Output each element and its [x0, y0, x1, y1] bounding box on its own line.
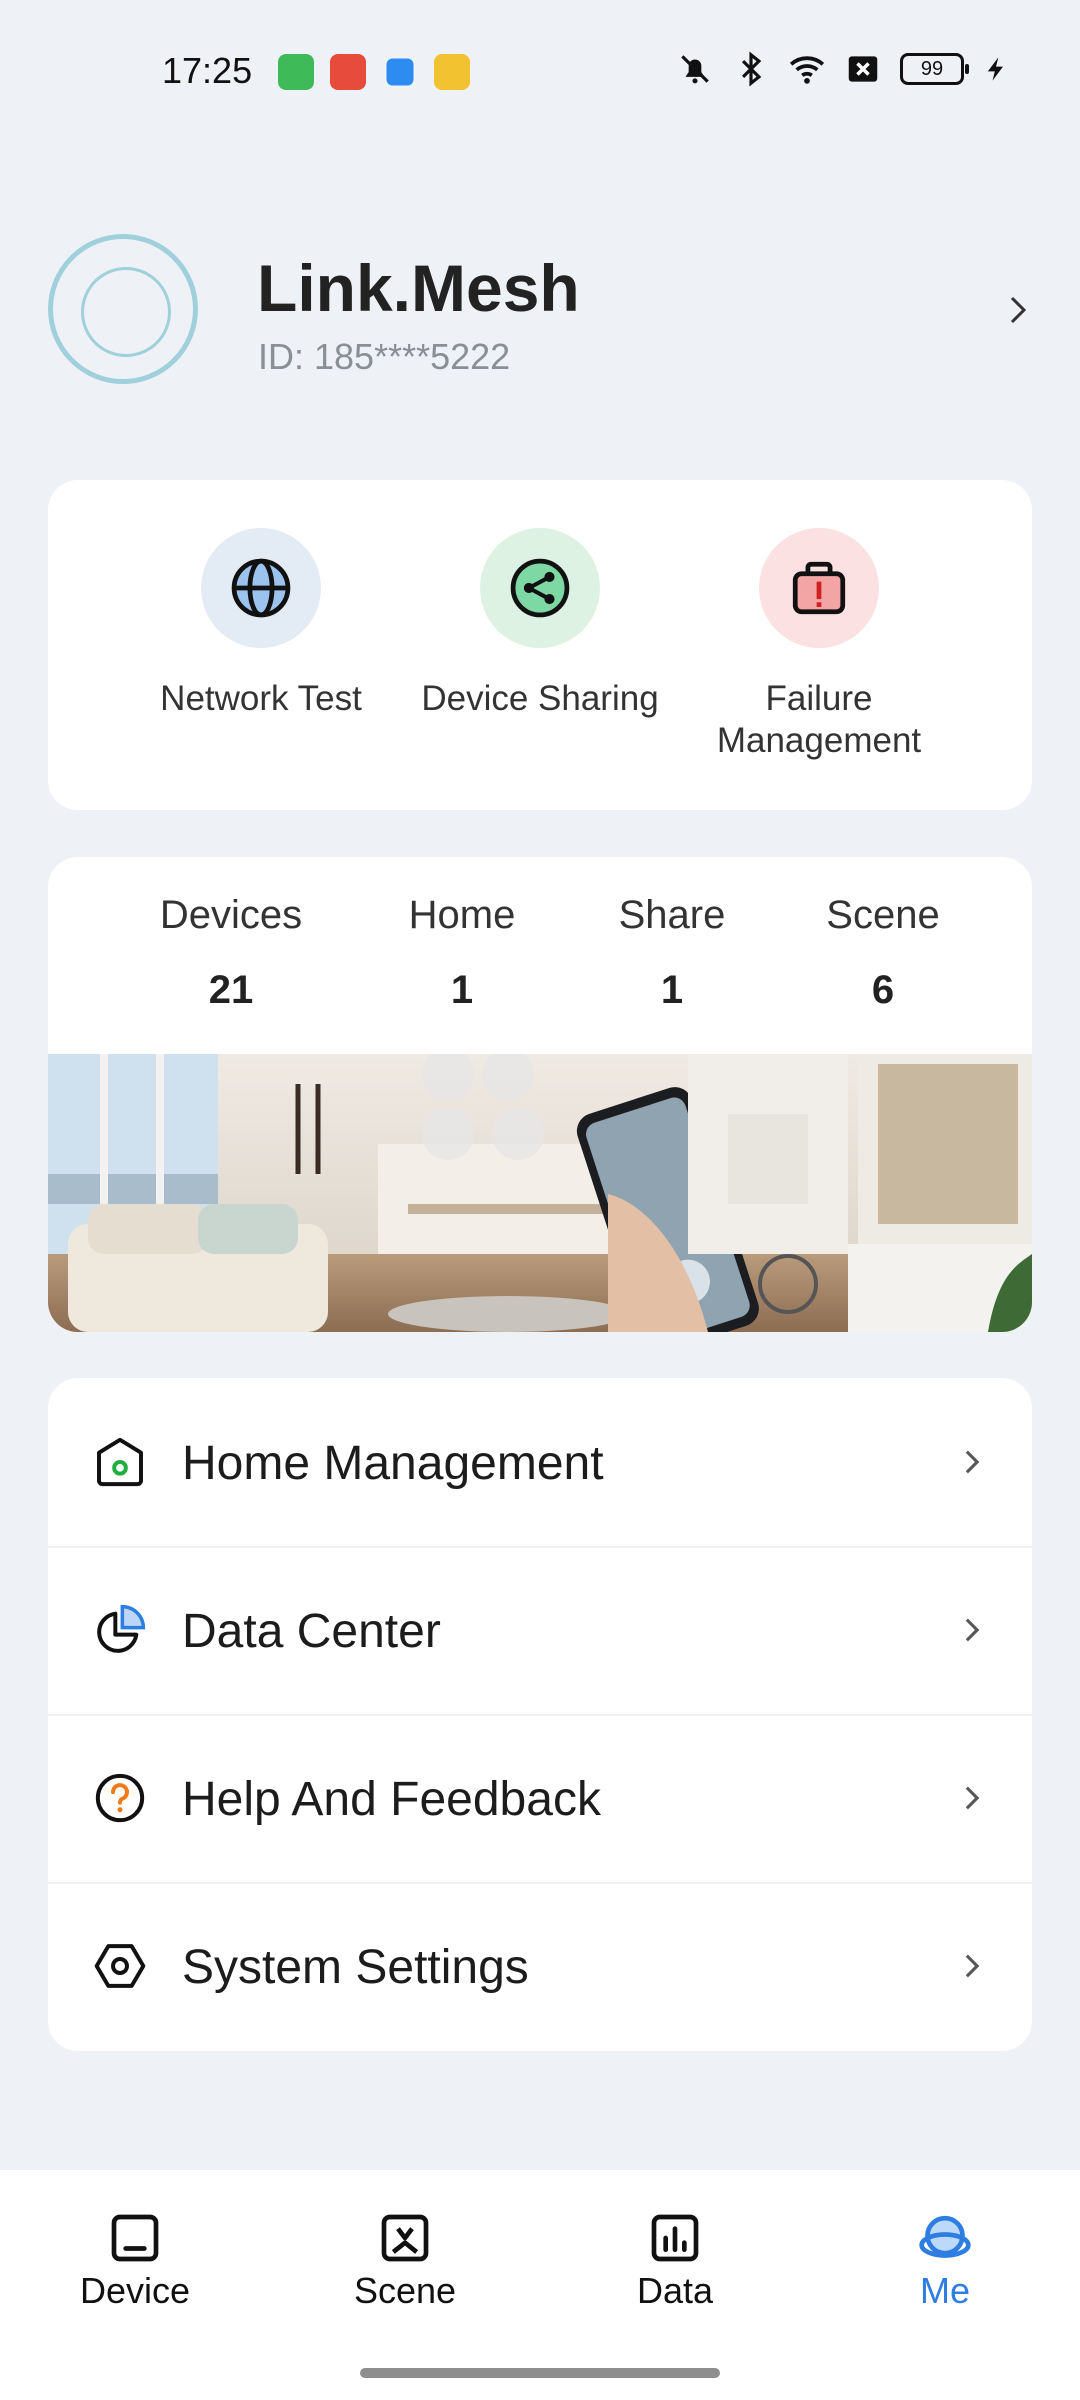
network-test-button[interactable]: Network Test — [111, 528, 411, 720]
nav-label: Data — [636, 2270, 714, 2311]
device-sharing-icon-circle — [480, 528, 600, 648]
nav-label: Me — [919, 2270, 970, 2311]
scene-icon — [381, 2214, 429, 2262]
nav-label: Device — [79, 2270, 191, 2311]
nav-label: Scene — [353, 2270, 457, 2311]
failure-management-button[interactable]: Failure Management — [669, 528, 969, 762]
menu-item-data-center[interactable]: Data Center — [48, 1546, 1032, 1714]
yellow-book-app-icon — [434, 54, 470, 90]
nav-tab-device[interactable]: Device — [35, 2210, 235, 2312]
stat-label: Share — [618, 893, 726, 937]
me-icon — [919, 2215, 971, 2258]
bluetooth-icon — [741, 51, 762, 87]
chevron-right-icon — [965, 1450, 980, 1474]
device-icon — [111, 2214, 159, 2262]
sim-off-icon — [848, 56, 878, 82]
me-page: 17:25 99 Link.Mesh ID: 185****5222 Netwo… — [0, 0, 1080, 2400]
pie-chart-icon — [97, 1604, 146, 1653]
home-indicator[interactable] — [360, 2368, 720, 2378]
battery-icon: 99 — [900, 53, 969, 85]
failure-management-icon-circle — [759, 528, 879, 648]
menu-item-system-settings[interactable]: System Settings — [48, 1882, 1032, 2050]
status-time: 17:25 — [162, 50, 253, 91]
stat-value: 21 — [208, 968, 254, 1012]
menu-label: Help And Feedback — [182, 1773, 601, 1826]
menu-label: Home Management — [182, 1437, 604, 1490]
chevron-right-icon[interactable] — [1000, 286, 1036, 334]
nav-tab-me[interactable]: Me — [845, 2210, 1045, 2312]
network-test-label: Network Test — [160, 679, 362, 718]
quick-actions-card: Network Test Device Sharing Failure Mana… — [48, 480, 1032, 810]
settings-icon — [94, 1944, 146, 1988]
toolbox-icon — [792, 561, 846, 615]
menu-label: Data Center — [182, 1605, 441, 1658]
nav-tab-scene[interactable]: Scene — [305, 2210, 505, 2312]
stat-label: Devices — [159, 893, 303, 937]
green-app-icon — [278, 54, 314, 90]
status-icons: 99 — [676, 50, 1010, 88]
failure-management-label: Failure Management — [716, 679, 922, 760]
smart-home-banner-image — [48, 1054, 1032, 1332]
device-sharing-label: Device Sharing — [421, 679, 659, 718]
chevron-right-icon — [965, 1618, 980, 1642]
profile-header[interactable]: Link.Mesh ID: 185****5222 — [0, 230, 1080, 390]
question-icon — [95, 1773, 145, 1823]
blue-app-icon — [386, 58, 414, 86]
stat-value: 1 — [450, 968, 474, 1012]
stat-share[interactable]: Share 1 — [562, 893, 782, 1013]
data-icon — [651, 2214, 699, 2262]
status-bar: 17:25 99 — [0, 0, 1080, 140]
globe-icon — [231, 558, 291, 618]
bottom-nav: Device Scene Data Me — [0, 2170, 1080, 2400]
wifi-icon — [789, 56, 825, 84]
share-icon — [510, 558, 570, 618]
profile-name: Link.Mesh — [257, 251, 580, 325]
charging-icon — [987, 57, 1003, 81]
stats-card: Devices 21 Home 1 Share 1 Scene 6 — [48, 857, 1032, 1332]
stat-devices[interactable]: Devices 21 — [121, 893, 341, 1013]
red-music-app-icon — [330, 54, 366, 90]
settings-menu: Home Management Data Center Help And Fee… — [48, 1378, 1032, 2051]
stat-label: Home — [408, 893, 516, 937]
menu-label: System Settings — [182, 1941, 529, 1994]
stat-label: Scene — [826, 893, 940, 937]
device-sharing-button[interactable]: Device Sharing — [390, 528, 690, 720]
menu-item-help-feedback[interactable]: Help And Feedback — [48, 1714, 1032, 1882]
network-test-icon-circle — [201, 528, 321, 648]
home-icon — [97, 1437, 143, 1487]
avatar[interactable] — [48, 234, 198, 384]
nav-tab-data[interactable]: Data — [575, 2210, 775, 2312]
stat-home[interactable]: Home 1 — [352, 893, 572, 1013]
profile-id: ID: 185****5222 — [258, 336, 511, 377]
stat-value: 1 — [660, 968, 684, 1012]
menu-item-home-management[interactable]: Home Management — [48, 1378, 1032, 1546]
stat-scene[interactable]: Scene 6 — [773, 893, 993, 1013]
stat-value: 6 — [871, 968, 895, 1012]
mute-icon — [681, 55, 709, 84]
chevron-right-icon — [965, 1954, 980, 1978]
chevron-right-icon — [965, 1786, 980, 1810]
